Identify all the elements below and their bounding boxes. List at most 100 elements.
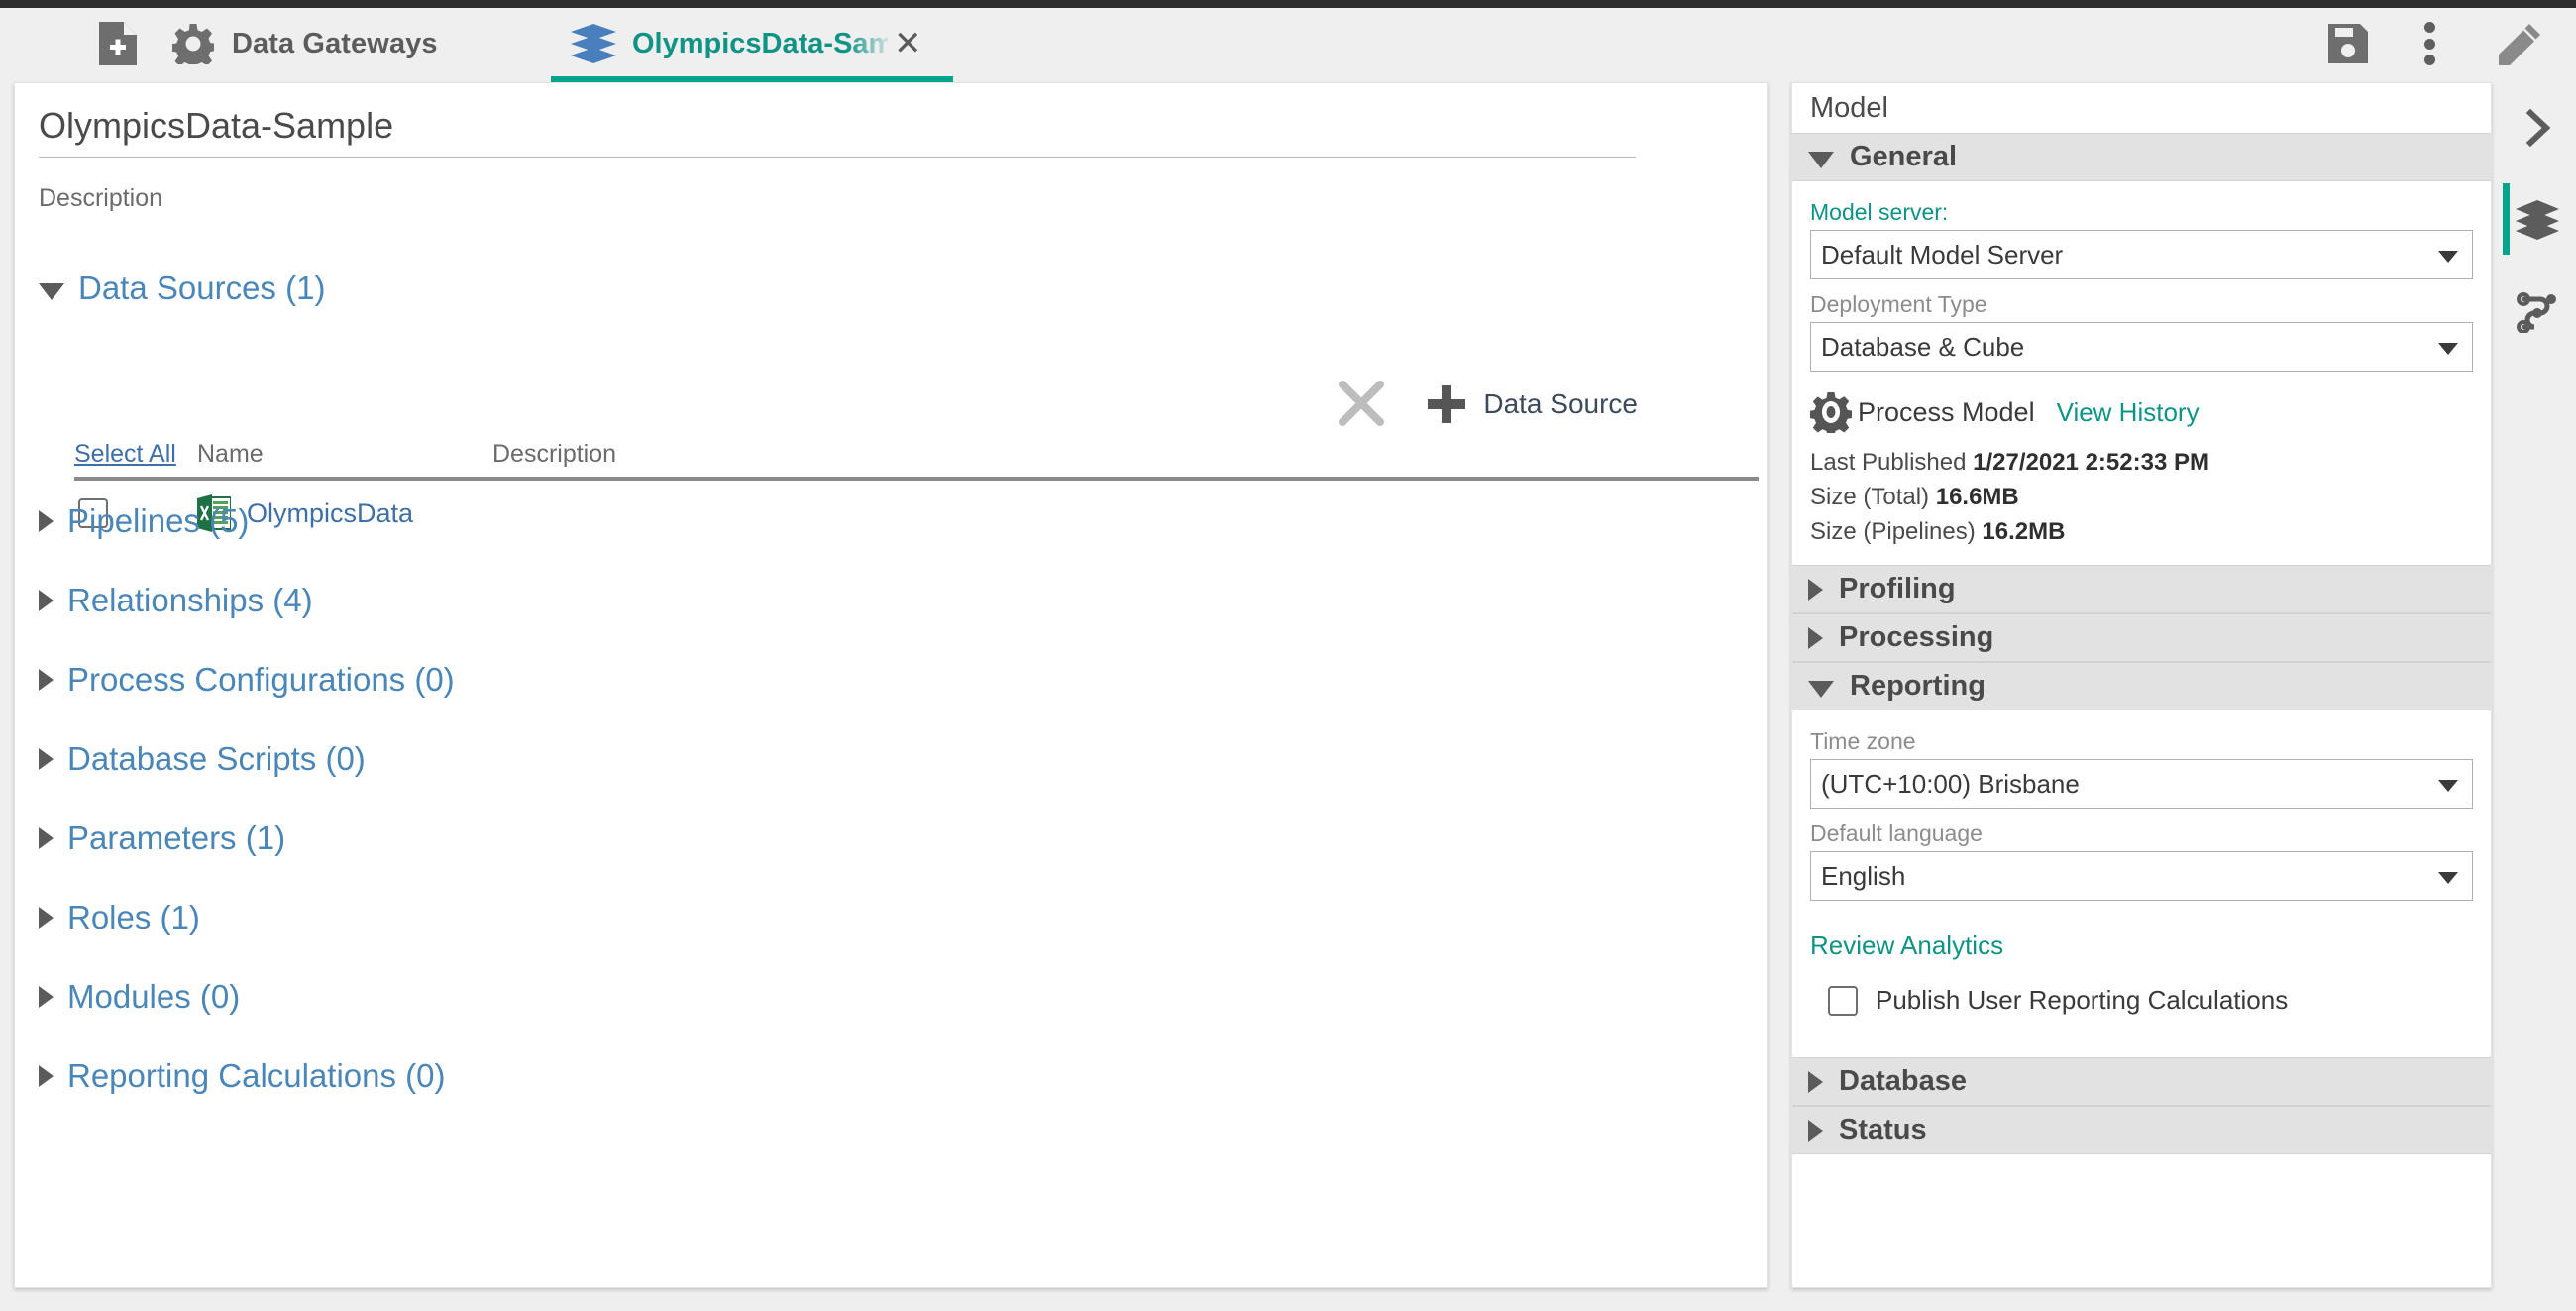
properties-panel: Model General Model server: Default Mode… — [1791, 82, 2492, 1288]
caret-right-icon — [1808, 1070, 1823, 1093]
size-total-label: Size (Total) — [1810, 484, 1930, 511]
default-language-value: English — [1821, 860, 1906, 891]
section-label: General — [1850, 141, 1957, 172]
section-label: Profiling — [1839, 573, 1956, 605]
section-process-configurations[interactable]: Process Configurations (0) — [39, 661, 455, 699]
deployment-type-label: Deployment Type — [1810, 291, 1987, 317]
properties-section-general[interactable]: General — [1792, 133, 2491, 181]
time-zone-value: (UTC+10:00) Brisbane — [1821, 768, 2080, 799]
relationships-graph-icon — [2515, 287, 2560, 334]
reporting-section-body: Time zone (UTC+10:00) Brisbane Default l… — [1792, 710, 2491, 1058]
view-history-link[interactable]: View History — [2057, 397, 2200, 428]
process-model-row: Process Model View History — [1808, 391, 2473, 437]
section-label: Modules (0) — [67, 978, 241, 1015]
caret-right-icon — [1808, 626, 1823, 649]
document-add-icon[interactable] — [99, 22, 137, 65]
properties-section-status[interactable]: Status — [1792, 1106, 2491, 1155]
properties-section-profiling[interactable]: Profiling — [1792, 565, 2491, 614]
general-section-body: Model server: Default Model Server Deplo… — [1792, 181, 2491, 566]
chevron-down-icon — [2438, 251, 2458, 263]
caret-right-icon — [1808, 1119, 1823, 1142]
section-relationships[interactable]: Relationships (4) — [39, 582, 313, 619]
top-toolbar: Data Gateways — [0, 8, 2576, 79]
default-language-label: Default language — [1810, 820, 1983, 847]
section-label: Data Sources (1) — [78, 270, 326, 306]
section-label: Process Configurations (0) — [67, 661, 455, 698]
chevron-down-icon — [2438, 780, 2458, 793]
close-icon[interactable]: ✕ — [894, 27, 922, 60]
section-label: Pipelines (5) — [67, 502, 250, 539]
time-zone-label: Time zone — [1810, 728, 1916, 755]
save-floppy-icon[interactable] — [2328, 24, 2368, 63]
properties-section-database[interactable]: Database — [1792, 1057, 2491, 1107]
caret-down-icon — [1808, 681, 1834, 699]
section-database-scripts[interactable]: Database Scripts (0) — [39, 740, 366, 778]
rail-item-model-layers[interactable] — [2499, 173, 2576, 265]
section-parameters[interactable]: Parameters (1) — [39, 819, 285, 857]
chevron-down-icon — [2438, 872, 2458, 885]
publish-user-reporting-calculations-label: Publish User Reporting Calculations — [1876, 985, 2289, 1016]
time-zone-select[interactable]: (UTC+10:00) Brisbane — [1810, 759, 2473, 810]
last-published-row: Last Published 1/27/2021 2:52:33 PM — [1810, 445, 2473, 480]
section-label: Processing — [1839, 621, 1994, 654]
tab-olympicsdata-sample[interactable]: OlympicsData-Sample ✕ — [551, 8, 953, 79]
size-pipelines-value: 16.2MB — [1982, 518, 2066, 546]
section-pipelines[interactable]: Pipelines (5) — [39, 502, 249, 540]
caret-right-icon — [39, 510, 54, 532]
model-server-select[interactable]: Default Model Server — [1810, 230, 2473, 279]
layers-icon — [571, 24, 616, 63]
section-label: Roles (1) — [67, 899, 200, 935]
last-published-value: 1/27/2021 2:52:33 PM — [1973, 449, 2209, 476]
rail-item-relationships[interactable] — [2499, 265, 2576, 356]
size-pipelines-row: Size (Pipelines) 16.2MB — [1810, 514, 2473, 549]
gear-process-icon[interactable] — [1808, 391, 1854, 437]
caret-right-icon — [39, 907, 54, 929]
caret-right-icon — [1808, 578, 1823, 601]
chevron-down-icon — [2438, 343, 2458, 355]
caret-right-icon — [39, 590, 54, 611]
model-editor-panel: OlympicsData-Sample Description Data Sou… — [14, 82, 1768, 1288]
section-label: Reporting Calculations (0) — [67, 1057, 446, 1094]
size-total-row: Size (Total) 16.6MB — [1810, 480, 2473, 514]
model-metadata: Last Published 1/27/2021 2:52:33 PM Size… — [1810, 445, 2473, 549]
vertical-dots-icon[interactable] — [2423, 22, 2435, 65]
pencil-icon[interactable] — [2499, 22, 2542, 65]
data-gateways-label[interactable]: Data Gateways — [232, 28, 438, 60]
properties-section-processing[interactable]: Processing — [1792, 613, 2491, 663]
publish-user-reporting-calculations-checkbox[interactable] — [1828, 985, 1858, 1016]
table-row[interactable]: OlympicsData — [74, 481, 1759, 546]
right-icon-rail — [2499, 82, 2576, 1311]
section-reporting-calculations[interactable]: Reporting Calculations (0) — [39, 1057, 446, 1095]
section-label: Status — [1839, 1114, 1927, 1147]
publish-user-reporting-calculations-row[interactable]: Publish User Reporting Calculations — [1824, 985, 2473, 1016]
toolbar-right-actions — [2328, 8, 2576, 79]
column-header-description: Description — [492, 440, 617, 468]
caret-right-icon — [39, 986, 54, 1008]
caret-right-icon — [39, 827, 54, 849]
page-title[interactable]: OlympicsData-Sample — [39, 105, 1636, 158]
section-label: Database — [1839, 1065, 1967, 1098]
collapse-panel-button[interactable] — [2499, 82, 2576, 173]
properties-title: Model — [1810, 91, 1888, 124]
caret-right-icon — [39, 1065, 54, 1087]
section-label: Database Scripts (0) — [67, 740, 366, 777]
gear-icon[interactable] — [172, 23, 214, 64]
section-data-sources[interactable]: Data Sources (1) — [39, 270, 325, 307]
hamburger-menu-icon[interactable] — [18, 29, 61, 58]
description-field[interactable]: Description — [39, 184, 162, 213]
section-roles[interactable]: Roles (1) — [39, 899, 200, 936]
caret-right-icon — [39, 748, 54, 770]
caret-right-icon — [39, 669, 54, 691]
x-delete-icon[interactable] — [1337, 381, 1385, 428]
add-data-source-button[interactable]: Data Source — [1428, 385, 1638, 423]
data-source-name-link[interactable]: OlympicsData — [247, 498, 413, 529]
review-analytics-link[interactable]: Review Analytics — [1810, 930, 2003, 961]
model-server-label: Model server: — [1810, 199, 1949, 225]
size-pipelines-label: Size (Pipelines) — [1810, 518, 1976, 546]
default-language-select[interactable]: English — [1810, 851, 2473, 902]
properties-section-reporting[interactable]: Reporting — [1792, 662, 2491, 711]
select-all-link[interactable]: Select All — [74, 440, 197, 469]
section-modules[interactable]: Modules (0) — [39, 978, 240, 1016]
caret-down-icon — [39, 282, 64, 300]
deployment-type-select[interactable]: Database & Cube — [1810, 322, 2473, 372]
